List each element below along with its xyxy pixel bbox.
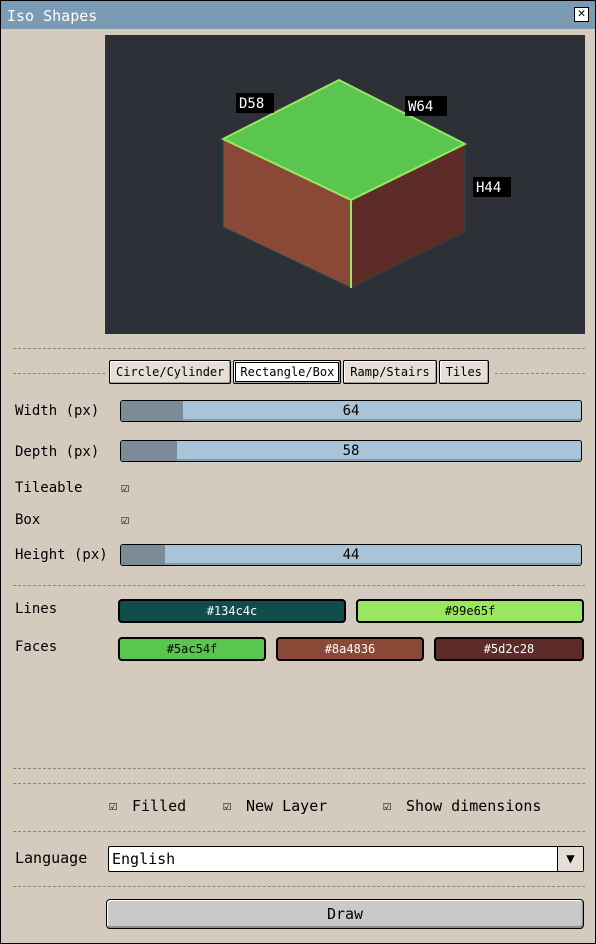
separator [13,585,585,586]
tab-circle-cylinder[interactable]: Circle/Cylinder [109,360,232,384]
close-icon: ✕ [577,6,586,21]
face-color-top-button[interactable]: #5ac54f [118,637,266,661]
separator [495,373,585,374]
language-value: English [112,850,176,868]
tileable-label: Tileable [15,480,83,496]
faces-label: Faces [15,639,58,655]
height-value: 44 [342,547,360,563]
face-color-right-button[interactable]: #5d2c28 [434,637,584,661]
height-label: Height (px) [15,547,108,563]
separator [13,768,585,769]
show-dimensions-checkbox[interactable]: ☑ [383,799,397,813]
tileable-checkbox[interactable]: ☑ [121,481,135,495]
separator [13,783,585,784]
line-color-2-button[interactable]: #99e65f [356,599,584,623]
iso-shapes-window: Iso Shapes ✕ D58 W64 H44 Circle/Cylinder… [0,0,596,944]
depth-dimension-label: D58 [239,96,264,112]
language-select[interactable]: English ▼ [108,846,584,872]
separator [13,373,105,374]
box-preview-graphic: D58 W64 H44 [220,78,511,289]
shape-preview: D58 W64 H44 [105,35,585,334]
box-checkbox[interactable]: ☑ [121,513,135,527]
face-color-left-button[interactable]: #8a4836 [276,637,424,661]
height-slider[interactable]: 44 [120,544,582,566]
close-button[interactable]: ✕ [574,7,589,22]
title-bar[interactable]: Iso Shapes ✕ [1,1,595,29]
box-label: Box [15,512,41,528]
width-slider[interactable]: 64 [120,400,582,422]
draw-button[interactable]: Draw [106,899,584,929]
new-layer-checkbox[interactable]: ☑ [223,799,237,813]
show-dimensions-label: Show dimensions [406,797,542,815]
language-label: Language [15,849,88,867]
line-color-1-button[interactable]: #134c4c [118,599,346,623]
lines-label: Lines [15,601,58,617]
depth-value: 58 [342,443,360,459]
tab-ramp-stairs[interactable]: Ramp/Stairs [343,360,437,384]
filled-checkbox[interactable]: ☑ [109,799,123,813]
tab-rectangle-box[interactable]: Rectangle/Box [233,360,342,384]
width-dimension-label: W64 [408,99,433,115]
tab-tiles[interactable]: Tiles [438,360,489,384]
height-dimension-label: H44 [476,180,501,196]
width-value: 64 [342,403,360,419]
depth-label: Depth (px) [15,444,100,460]
separator [13,886,585,887]
separator [13,831,585,832]
window-title: Iso Shapes [7,7,98,25]
shape-tabs: Circle/Cylinder Rectangle/Box Ramp/Stair… [109,360,489,385]
dropdown-arrow-icon[interactable]: ▼ [557,847,583,871]
filled-label: Filled [132,797,187,815]
width-label: Width (px) [15,403,100,419]
new-layer-label: New Layer [246,797,328,815]
separator [13,348,585,349]
depth-slider[interactable]: 58 [120,440,582,462]
